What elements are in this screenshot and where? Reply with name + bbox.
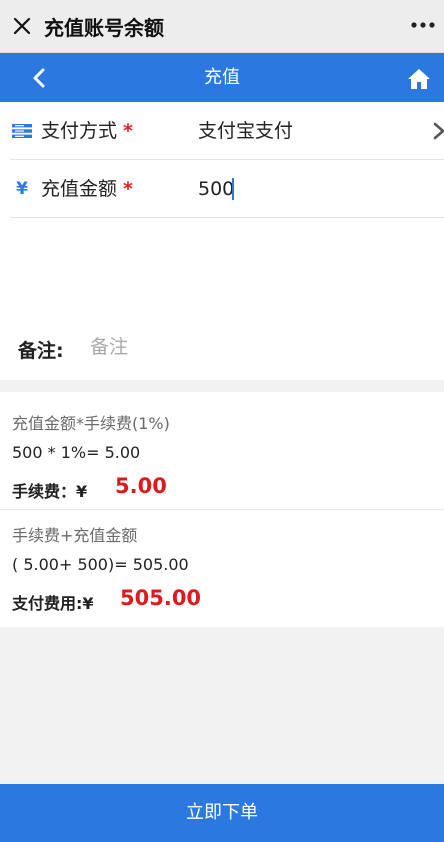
total-label: 支付费用:¥ [12, 594, 94, 613]
divider [0, 509, 444, 510]
close-icon [13, 17, 31, 35]
page-title: 充值 [204, 67, 240, 88]
fee-calculation: 500 * 1%= 5.00 [12, 443, 141, 462]
submit-order-button[interactable]: 立即下单 [0, 784, 444, 842]
back-button[interactable] [24, 63, 54, 93]
more-button[interactable] [408, 10, 438, 40]
window-title-bar: 充值账号余额 [0, 0, 444, 53]
amount-label: 充值金额 [41, 178, 118, 200]
fee-value: 5.00 [115, 474, 167, 498]
total-value: 505.00 [120, 586, 202, 610]
chevron-right-icon[interactable] [432, 120, 444, 142]
yen-icon: ¥ [16, 179, 28, 199]
fee-formula: 充值金额*手续费(1%) [12, 414, 170, 433]
amount-row: ¥ 充值金额 * [0, 160, 444, 218]
amount-input[interactable] [198, 176, 398, 202]
home-icon [408, 69, 430, 89]
close-button[interactable] [0, 0, 44, 52]
home-button[interactable] [404, 64, 434, 94]
total-formula: 手续费+充值金额 [12, 526, 138, 545]
total-calculation: ( 5.00+ 500)= 505.00 [12, 555, 189, 574]
required-mark: * [123, 120, 133, 142]
more-icon [411, 22, 435, 28]
payment-method-value[interactable]: 支付宝支付 [198, 102, 293, 160]
payment-method-row[interactable]: 支付方式 * 支付宝支付 [0, 102, 444, 160]
fee-label: 手续费：¥ [12, 482, 88, 501]
remark-input[interactable] [90, 332, 420, 362]
nav-bar: 充值 [0, 53, 444, 102]
divider [10, 217, 444, 218]
text-cursor [232, 178, 234, 200]
list-icon [12, 121, 32, 141]
recharge-form: 支付方式* 支付宝支付 ¥ 充值金额* 备注: [0, 102, 444, 380]
required-mark: * [123, 178, 133, 200]
payment-method-label: 支付方式 [41, 120, 118, 142]
fee-breakdown: 充值金额*手续费(1%) 500 * 1%= 5.00 手续费：¥ 5.00 手… [0, 392, 444, 627]
window-title: 充值账号余额 [44, 15, 164, 40]
chevron-left-icon [33, 68, 45, 88]
remark-label: 备注: [18, 340, 64, 362]
